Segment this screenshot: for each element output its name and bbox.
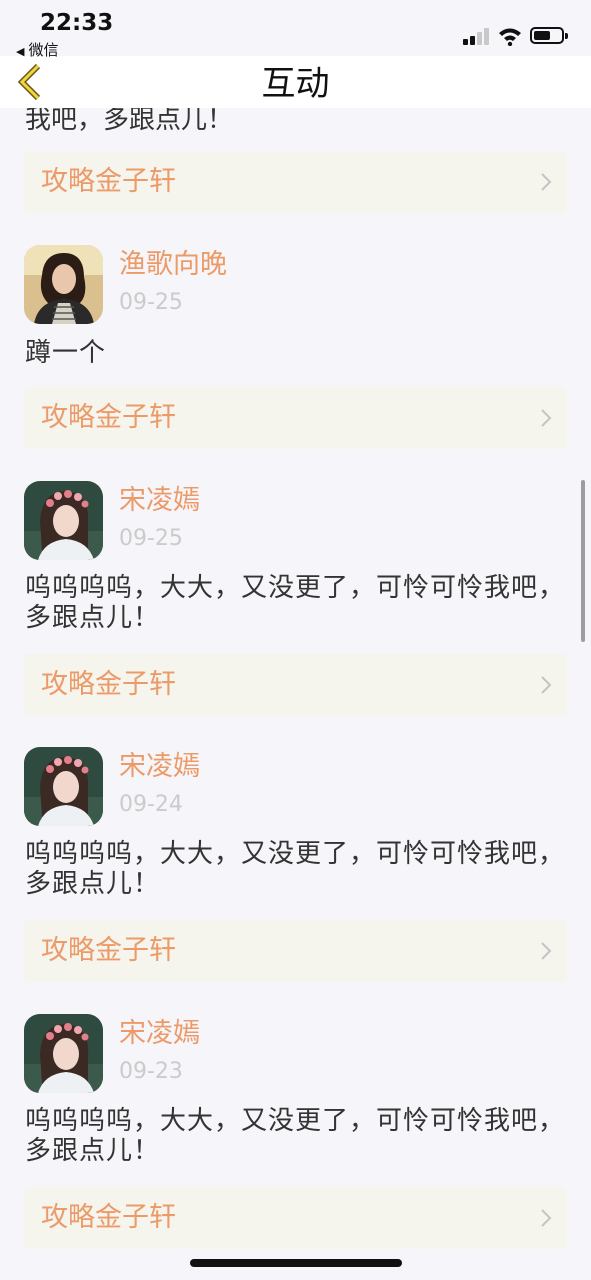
nav-bar: 互动 (0, 56, 591, 108)
book-link-label: 攻略金子轩 (41, 166, 176, 197)
status-bar: 22:33 ◀ 微信 (0, 0, 591, 58)
comment-date: 09-25 (119, 290, 183, 315)
chevron-right-icon (539, 940, 553, 962)
comment-date: 09-23 (119, 1059, 183, 1084)
comment-text: 蹲一个 (25, 338, 107, 368)
avatar[interactable] (24, 481, 103, 560)
comment-text: 呜呜呜呜，大大，又没更了，可怜可怜我吧，多跟点儿！ (25, 573, 566, 633)
avatar-woman-flowers-icon (24, 1014, 103, 1093)
comment-text: 呜呜呜呜，大大，又没更了，可怜可怜我吧，多跟点儿！ (25, 839, 566, 899)
book-link[interactable]: 攻略金子轩 (24, 1187, 567, 1249)
comment-text-partial: 我吧，多跟点儿！ (25, 105, 234, 135)
comment-user-name[interactable]: 宋凌嫣 (119, 483, 200, 519)
avatar[interactable] (24, 245, 103, 324)
book-link-label: 攻略金子轩 (41, 935, 176, 966)
book-link-label: 攻略金子轩 (41, 669, 176, 700)
avatar[interactable] (24, 1014, 103, 1093)
chevron-right-icon (539, 1207, 553, 1229)
book-link[interactable]: 攻略金子轩 (24, 654, 567, 716)
comment-feed[interactable]: 我吧，多跟点儿！ 攻略金子轩 渔歌向晚 09-25 蹲一个 攻略金子轩 宋凌嫣 … (0, 0, 591, 1280)
book-link[interactable]: 攻略金子轩 (24, 151, 567, 213)
avatar-woman-plaid-icon (24, 245, 103, 324)
comment-date: 09-25 (119, 526, 183, 551)
battery-icon (530, 27, 568, 44)
status-time: 22:33 (40, 10, 114, 36)
book-link-label: 攻略金子轩 (41, 1202, 176, 1233)
comment-user-name[interactable]: 宋凌嫣 (119, 1016, 200, 1052)
comment-user-name[interactable]: 宋凌嫣 (119, 749, 200, 785)
back-triangle-icon: ◀ (16, 45, 25, 58)
avatar-woman-flowers-icon (24, 747, 103, 826)
book-link[interactable]: 攻略金子轩 (24, 920, 567, 982)
avatar[interactable] (24, 747, 103, 826)
cellular-signal-icon (463, 28, 491, 45)
comment-user-name[interactable]: 渔歌向晚 (119, 247, 227, 283)
page-title: 互动 (261, 64, 330, 104)
chevron-right-icon (539, 407, 553, 429)
home-indicator[interactable] (190, 1259, 402, 1267)
back-to-app[interactable]: ◀ 微信 (16, 43, 58, 58)
book-link-label: 攻略金子轩 (41, 402, 176, 433)
scrollbar[interactable] (581, 480, 585, 642)
book-link[interactable]: 攻略金子轩 (24, 387, 567, 449)
comment-text: 呜呜呜呜，大大，又没更了，可怜可怜我吧，多跟点儿！ (25, 1106, 566, 1166)
wifi-icon (499, 28, 521, 46)
avatar-woman-flowers-icon (24, 481, 103, 560)
comment-date: 09-24 (119, 792, 183, 817)
chevron-right-icon (539, 674, 553, 696)
back-to-app-label: 微信 (28, 41, 59, 59)
chevron-right-icon (539, 171, 553, 193)
